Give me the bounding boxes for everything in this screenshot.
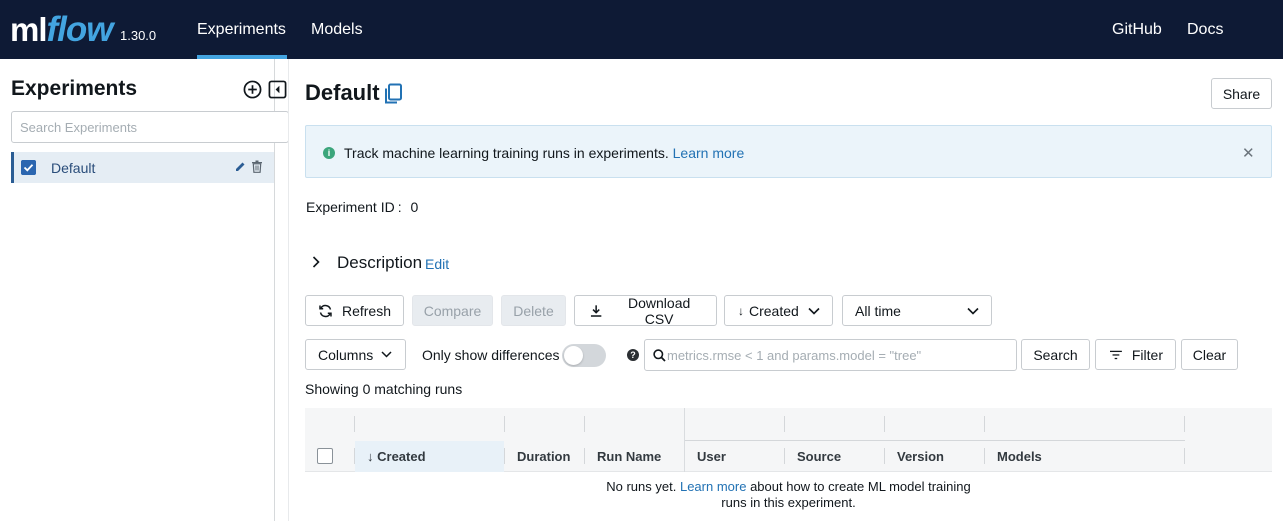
chevron-down-icon [967,307,979,315]
nav-experiments[interactable]: Experiments [197,21,286,39]
description-edit-link[interactable]: Edit [425,256,449,272]
column-separator [784,448,785,464]
column-header-models[interactable]: Models [997,449,1042,464]
column-separator [584,416,585,432]
column-header-version[interactable]: Version [897,449,944,464]
plus-circle-icon[interactable] [243,80,262,99]
experiment-id-label: Experiment ID [306,199,395,215]
copy-icon[interactable] [383,83,403,105]
compare-button[interactable]: Compare [412,295,493,326]
refresh-label: Refresh [341,302,391,319]
chevron-down-icon [381,351,392,358]
column-header-user[interactable]: User [697,449,726,464]
empty-state-prefix: No runs yet. [606,479,677,494]
chevron-down-icon [808,307,820,315]
filter-button[interactable]: Filter [1095,339,1176,370]
column-separator [884,416,885,432]
column-separator [354,416,355,432]
banner-message: Track machine learning training runs in … [344,145,669,161]
experiment-id-separator: : [397,199,402,215]
search-experiments-input[interactable] [11,111,289,143]
banner-text: Track machine learning training runs in … [344,145,744,161]
top-nav-bar: ml flow 1.30.0 Experiments Models GitHub … [0,0,1283,59]
banner-learn-more-link[interactable]: Learn more [673,145,745,161]
logo-ml-text: ml [10,11,48,48]
column-separator [884,448,885,464]
trash-icon[interactable] [251,160,263,173]
empty-state-learn-more-link[interactable]: Learn more [680,479,746,494]
close-icon[interactable]: ✕ [1242,144,1255,162]
matching-runs-count: Showing 0 matching runs [305,381,463,397]
time-range-select[interactable]: All time [842,295,992,326]
sort-label: Created [749,302,799,319]
share-button[interactable]: Share [1211,78,1272,109]
empty-state-line-1: No runs yet. Learn more about how to cre… [305,479,1272,495]
experiment-item-default[interactable]: Default [11,152,274,183]
description-label[interactable]: Description [337,253,422,273]
select-all-checkbox[interactable] [317,448,333,464]
column-separator [1184,448,1185,464]
chevron-right-icon[interactable] [311,255,321,269]
column-separator [1184,416,1185,432]
help-icon[interactable]: ? [627,349,639,361]
nav-models[interactable]: Models [311,21,363,39]
columns-dropdown[interactable]: Columns [305,339,406,370]
column-separator [354,448,355,464]
download-csv-button[interactable]: Download CSV [574,294,717,327]
sidebar-title: Experiments [11,77,138,100]
info-banner: i Track machine learning training runs i… [305,125,1272,178]
sidebar-divider [288,59,289,521]
column-header-run-name[interactable]: Run Name [597,449,661,464]
toggle-knob [564,346,583,365]
filter-icon [1110,350,1122,359]
run-search-box[interactable] [644,339,1017,371]
column-separator [784,416,785,432]
delete-button[interactable]: Delete [501,295,566,326]
column-header-created[interactable]: ↓ Created [367,449,426,464]
checkbox-checked-icon[interactable] [21,160,36,175]
mlflow-logo[interactable]: ml flow [10,6,113,50]
column-separator [984,416,985,432]
only-differences-label: Only show differences [422,347,560,363]
sort-dropdown[interactable]: ↓ Created [724,295,833,326]
search-icon [653,349,666,362]
experiment-id: Experiment ID: 0 [306,199,418,215]
columns-label: Columns [318,346,374,363]
version-label: 1.30.0 [120,28,157,43]
experiment-item-label[interactable]: Default [51,160,95,176]
clear-button[interactable]: Clear [1181,339,1238,370]
column-separator [504,448,505,464]
column-separator [984,448,985,464]
empty-state-suffix-1: about how to create ML model training [750,479,971,494]
only-differences-toggle[interactable] [562,344,606,367]
collapse-left-icon[interactable] [268,80,287,99]
pencil-icon[interactable] [234,160,247,173]
nav-docs[interactable]: Docs [1187,21,1223,39]
column-header-duration[interactable]: Duration [517,449,570,464]
search-button[interactable]: Search [1021,339,1090,370]
experiments-sidebar: Experiments Default [0,59,289,521]
column-header-source[interactable]: Source [797,449,841,464]
empty-state-suffix-2: runs in this experiment. [721,495,856,510]
column-header-created-label: Created [377,449,426,464]
filter-label: Filter [1131,346,1163,363]
refresh-icon [319,304,332,317]
grid-group-header [305,408,1272,441]
column-separator [504,416,505,432]
logo-flow-text: flow [46,10,114,49]
experiment-id-value: 0 [410,199,419,215]
nav-github[interactable]: GitHub [1112,21,1162,39]
empty-state-message: No runs yet. Learn more about how to cre… [305,479,1272,511]
arrow-down-icon: ↓ [738,303,744,318]
page-title: Default [305,80,380,105]
group-header-underline [685,440,1185,441]
info-icon: i [323,147,335,159]
refresh-button[interactable]: Refresh [305,295,404,326]
download-icon [590,304,602,317]
run-search-input[interactable] [667,346,1007,364]
sort-desc-icon: ↓ [367,449,374,464]
download-csv-label: Download CSV [628,294,691,327]
time-range-label: All time [855,302,901,319]
column-separator [584,448,585,464]
